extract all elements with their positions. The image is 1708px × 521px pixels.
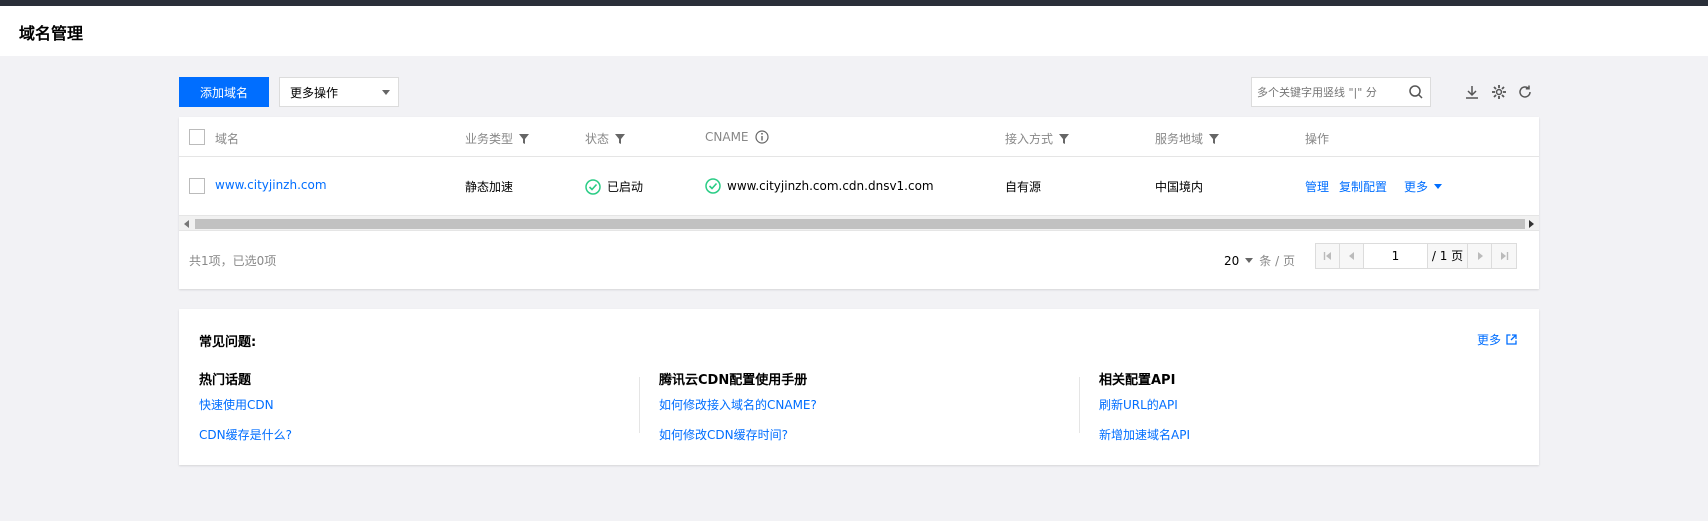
manage-link[interactable]: 管理 bbox=[1305, 178, 1329, 195]
caret-down-icon bbox=[382, 90, 390, 95]
cname-text: www.cityjinzh.com.cdn.dnsv1.com bbox=[727, 179, 934, 193]
caret-down-icon bbox=[1245, 257, 1254, 263]
table-header: 域名 业务类型 状态 CNAME 接入方式 服务地域 操作 bbox=[179, 117, 1539, 157]
status-text: 已启动 bbox=[607, 180, 644, 194]
filter-icon[interactable] bbox=[1209, 133, 1220, 144]
faq-link[interactable]: 快速使用CDN bbox=[199, 397, 292, 425]
column-status[interactable]: 状态 bbox=[585, 130, 626, 147]
page-header: 域名管理 bbox=[0, 6, 1708, 56]
scrollbar-thumb[interactable] bbox=[195, 219, 1525, 229]
faq-link[interactable]: 新增加速域名API bbox=[1099, 427, 1190, 455]
copy-config-link[interactable]: 复制配置 bbox=[1339, 178, 1387, 195]
column-business-type[interactable]: 业务类型 bbox=[465, 130, 530, 147]
more-ops-label: 更多操作 bbox=[290, 85, 339, 100]
page-number-input[interactable]: 1 bbox=[1364, 244, 1428, 268]
page-size-select[interactable]: 20 条 / 页 bbox=[1224, 252, 1295, 269]
check-circle-icon bbox=[585, 178, 601, 195]
column-region[interactable]: 服务地域 bbox=[1155, 130, 1220, 147]
external-link-icon bbox=[1506, 334, 1517, 345]
column-domain: 域名 bbox=[215, 132, 240, 146]
check-circle-icon bbox=[705, 178, 721, 194]
add-domain-button[interactable]: 添加域名 bbox=[179, 77, 269, 107]
faq-section-heading: 相关配置API bbox=[1099, 373, 1176, 388]
faq-section-heading: 热门话题 bbox=[199, 373, 252, 388]
faq-section-heading: 腾讯云CDN配置使用手册 bbox=[659, 373, 808, 388]
more-actions-link[interactable]: 更多 bbox=[1404, 178, 1443, 195]
total-pages: / 1 页 bbox=[1428, 244, 1468, 268]
page-title: 域名管理 bbox=[19, 24, 84, 43]
filter-icon[interactable] bbox=[519, 133, 530, 144]
status-cell: 已启动 bbox=[585, 178, 643, 195]
first-page-icon[interactable] bbox=[1316, 244, 1340, 268]
info-icon[interactable] bbox=[754, 130, 769, 144]
faq-link[interactable]: CDN缓存是什么? bbox=[199, 427, 292, 455]
pagination: 1 / 1 页 bbox=[1315, 243, 1517, 269]
refresh-icon[interactable] bbox=[1516, 83, 1534, 101]
region: 中国境内 bbox=[1155, 180, 1204, 194]
scroll-right-icon[interactable] bbox=[1529, 220, 1534, 228]
more-ops-select[interactable]: 更多操作 bbox=[279, 77, 399, 107]
row-checkbox[interactable] bbox=[189, 178, 205, 194]
filter-icon[interactable] bbox=[615, 133, 626, 144]
domain-table: 域名 业务类型 状态 CNAME 接入方式 服务地域 操作 www.cityji… bbox=[179, 117, 1539, 289]
settings-icon[interactable] bbox=[1490, 83, 1508, 101]
faq-link[interactable]: 刷新URL的API bbox=[1099, 397, 1190, 425]
faq-link[interactable]: 如何修改CDN缓存时间? bbox=[659, 427, 817, 455]
domain-link[interactable]: www.cityjinzh.com bbox=[215, 178, 327, 192]
column-cname: CNAME bbox=[705, 130, 769, 144]
table-footer: 共1项，已选0项 20 条 / 页 1 / 1 页 bbox=[179, 231, 1539, 289]
search-input[interactable] bbox=[1257, 84, 1407, 100]
faq-section-manual: 腾讯云CDN配置使用手册 如何修改接入域名的CNAME? 如何修改CDN缓存时间… bbox=[659, 369, 817, 455]
column-access-method[interactable]: 接入方式 bbox=[1005, 130, 1070, 147]
access-method: 自有源 bbox=[1005, 180, 1042, 194]
search-box[interactable] bbox=[1251, 77, 1431, 107]
selection-summary: 共1项，已选0项 bbox=[189, 254, 277, 268]
divider bbox=[1079, 377, 1080, 433]
faq-more-link[interactable]: 更多 bbox=[1477, 331, 1517, 348]
faq-link[interactable]: 如何修改接入域名的CNAME? bbox=[659, 397, 817, 425]
faq-panel: 常见问题: 更多 热门话题 快速使用CDN CDN缓存是什么? 腾讯云CDN配置… bbox=[179, 309, 1539, 465]
divider bbox=[639, 377, 640, 433]
table-row: www.cityjinzh.com 静态加速 已启动 www.cityjinzh… bbox=[179, 157, 1539, 215]
faq-section-api: 相关配置API 刷新URL的API 新增加速域名API bbox=[1099, 369, 1190, 455]
filter-icon[interactable] bbox=[1059, 133, 1070, 144]
column-actions: 操作 bbox=[1305, 132, 1330, 146]
caret-down-icon bbox=[1434, 183, 1443, 189]
cname-cell: www.cityjinzh.com.cdn.dnsv1.com bbox=[705, 178, 934, 194]
faq-section-hot-topics: 热门话题 快速使用CDN CDN缓存是什么? bbox=[199, 369, 292, 455]
last-page-icon[interactable] bbox=[1492, 244, 1516, 268]
faq-title: 常见问题: bbox=[199, 335, 257, 350]
search-icon[interactable] bbox=[1408, 84, 1424, 103]
select-all-checkbox[interactable] bbox=[189, 129, 205, 145]
prev-page-icon[interactable] bbox=[1340, 244, 1364, 268]
horizontal-scrollbar[interactable] bbox=[179, 215, 1539, 231]
next-page-icon[interactable] bbox=[1468, 244, 1492, 268]
scroll-left-icon[interactable] bbox=[184, 220, 189, 228]
business-type: 静态加速 bbox=[465, 180, 514, 194]
download-icon[interactable] bbox=[1463, 83, 1481, 101]
